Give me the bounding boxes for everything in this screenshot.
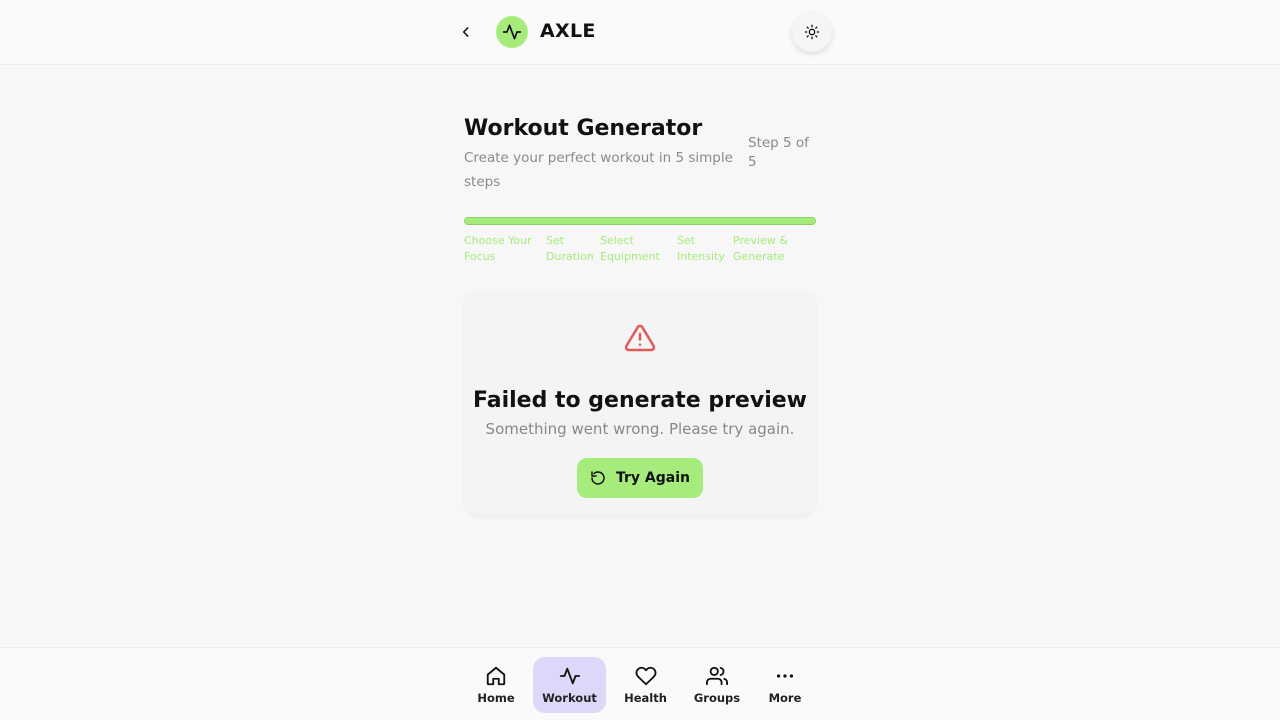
page-title: Workout Generator	[464, 116, 703, 141]
nav-label-health: Health	[624, 691, 667, 705]
bottom-nav: Home Workout Health Groups More	[0, 647, 1280, 720]
error-card: Failed to generate preview Something wen…	[464, 290, 816, 515]
refresh-icon	[591, 471, 605, 485]
home-icon	[486, 666, 506, 686]
theme-toggle-button[interactable]	[792, 12, 832, 52]
warning-triangle-icon	[624, 324, 656, 352]
nav-item-health[interactable]: Health	[618, 657, 673, 713]
sun-icon	[804, 24, 820, 40]
top-bar: AXLE	[0, 0, 1280, 65]
step-label-preview: Preview & Generate	[733, 234, 788, 263]
nav-label-more: More	[768, 691, 802, 705]
page-subtitle: Create your perfect workout in 5 simple …	[464, 150, 733, 190]
nav-label-workout: Workout	[542, 691, 597, 705]
error-message: Something went wrong. Please try again.	[485, 420, 795, 438]
try-again-button[interactable]: Try Again	[577, 458, 703, 498]
activity-icon	[502, 24, 522, 40]
error-title: Failed to generate preview	[473, 388, 807, 413]
app-logo	[496, 16, 528, 48]
step-label-intensity: Set Intensity	[677, 234, 725, 263]
progress-bar	[464, 217, 816, 225]
try-again-label: Try Again	[616, 470, 690, 486]
back-button[interactable]	[456, 22, 476, 42]
progress-fill	[465, 218, 815, 224]
nav-item-workout[interactable]: Workout	[533, 657, 606, 713]
nav-label-home: Home	[477, 691, 515, 705]
users-icon	[706, 666, 728, 686]
nav-label-groups: Groups	[693, 691, 741, 705]
step-label-duration: Set Duration	[546, 234, 594, 263]
step-indicator: Step 5 of 5	[748, 135, 809, 170]
activity-icon	[559, 667, 580, 685]
brand-name: AXLE	[540, 20, 596, 42]
nav-item-more[interactable]: More	[760, 657, 810, 713]
more-horizontal-icon	[776, 674, 794, 678]
step-label-equipment: Select Equipment	[600, 234, 660, 263]
step-label-focus: Choose Your Focus	[464, 234, 532, 263]
nav-item-home[interactable]: Home	[472, 657, 520, 713]
heart-icon	[635, 666, 656, 686]
chevron-left-icon	[462, 27, 469, 37]
nav-item-groups[interactable]: Groups	[688, 657, 746, 713]
